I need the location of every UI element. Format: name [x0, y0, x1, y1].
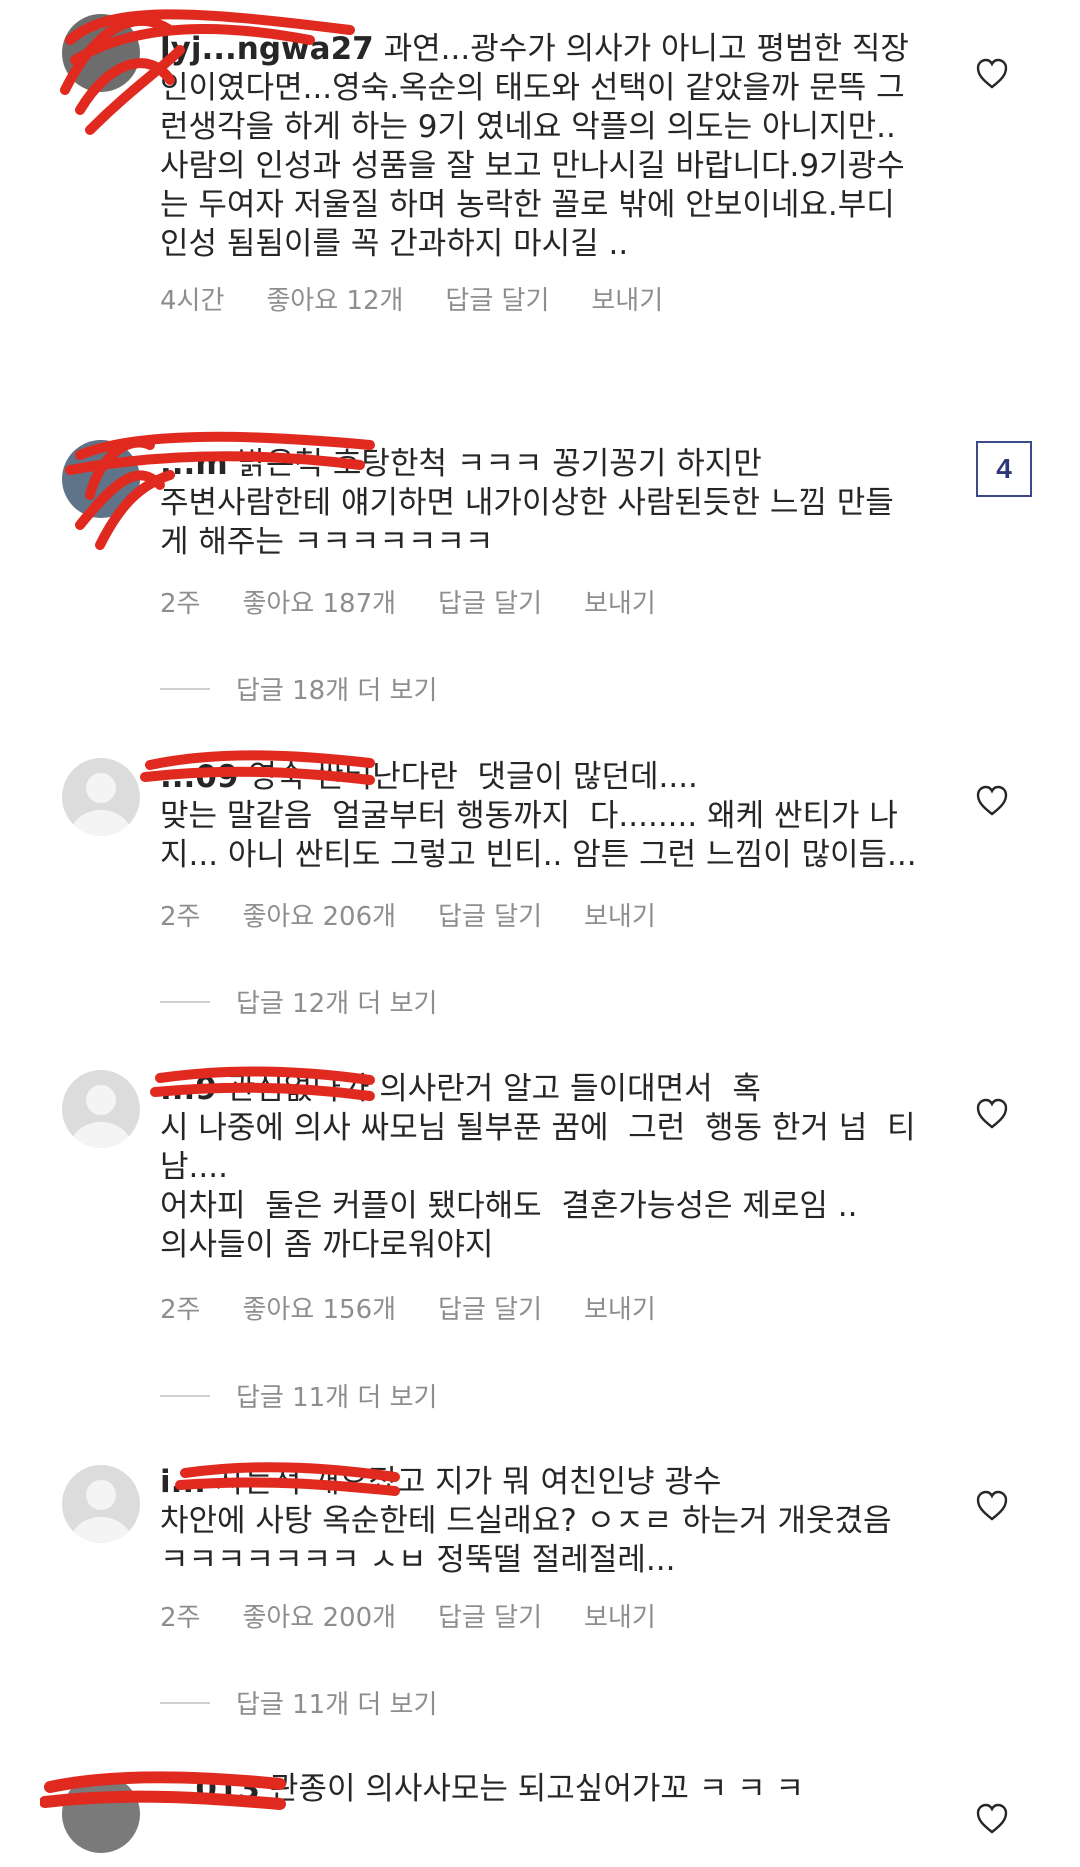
likes-count[interactable]: 좋아요 187개 — [242, 583, 396, 620]
send-button[interactable]: 보내기 — [591, 280, 663, 317]
view-replies-button[interactable]: 답글 11개 더 보기 — [160, 1377, 437, 1414]
send-button[interactable]: 보내기 — [584, 1597, 656, 1634]
comment-meta: 2주 좋아요 187개 답글 달기 보내기 — [160, 583, 656, 620]
view-replies-button[interactable]: 답글 18개 더 보기 — [160, 670, 437, 707]
comments-screen: lyj...ngwa27 과연...광수가 의사가 아니고 평범한 직장 인이였… — [0, 0, 1080, 1867]
avatar[interactable] — [62, 440, 140, 518]
comment-text: ...m 밝은척 호탕한척 ㅋㅋㅋ 꽁기꽁기 하지만 주변사람한테 얘기하면 내… — [160, 445, 920, 562]
comment-time: 2주 — [160, 1295, 201, 1325]
heart-icon[interactable] — [975, 785, 1009, 817]
comment-username[interactable]: ...9 — [160, 1071, 217, 1107]
divider-line — [160, 1394, 210, 1397]
comment-meta: 2주 좋아요 206개 답글 달기 보내기 — [160, 896, 656, 933]
comment-body: 관심없다가 의사란거 알고 들이대면서 혹 시 나중에 의사 싸모님 될부푼 꿈… — [160, 1071, 916, 1263]
comment-username[interactable]: i... — [160, 1464, 206, 1500]
default-avatar-icon[interactable] — [62, 758, 140, 836]
reply-button[interactable]: 답글 달기 — [438, 1289, 542, 1326]
heart-icon[interactable] — [975, 1490, 1009, 1522]
avatar[interactable] — [62, 14, 140, 92]
view-replies-button[interactable]: 답글 11개 더 보기 — [160, 1684, 437, 1721]
comment-text: lyj...ngwa27 과연...광수가 의사가 아니고 평범한 직장 인이였… — [160, 30, 920, 264]
comment-meta: 2주 좋아요 200개 답글 달기 보내기 — [160, 1597, 656, 1634]
comment-username[interactable]: ...09 — [160, 759, 238, 795]
divider-line — [160, 1701, 210, 1704]
comment-username[interactable]: ...m — [160, 446, 228, 482]
comment-body: 영숙 싼티난다란 댓글이 많던데.... 맞는 말같음 얼굴부터 행동까지 다.… — [160, 759, 917, 873]
comment-meta: 2주 좋아요 156개 답글 달기 보내기 — [160, 1289, 656, 1326]
reply-button[interactable]: 답글 달기 — [438, 896, 542, 933]
comment-username[interactable]: lyj...ngwa27 — [160, 31, 374, 67]
comment-body: 자는척 개오졌고 지가 뭐 여친인냥 광수 차안에 사탕 옥순한테 드실래요? … — [160, 1464, 892, 1578]
send-button[interactable]: 보내기 — [584, 1289, 656, 1326]
comment-body: 밝은척 호탕한척 ㅋㅋㅋ 꽁기꽁기 하지만 주변사람한테 얘기하면 내가이상한 … — [160, 446, 894, 560]
annotation-badge: 4 — [976, 441, 1032, 497]
default-avatar-icon[interactable] — [62, 1070, 140, 1148]
view-replies-label[interactable]: 답글 12개 더 보기 — [236, 983, 437, 1020]
avatar-shoulders-shape — [70, 810, 132, 836]
avatar-head-shape — [86, 1480, 116, 1510]
avatar-head-shape — [86, 1085, 116, 1115]
comment-meta: 4시간 좋아요 12개 답글 달기 보내기 — [160, 280, 663, 317]
reply-button[interactable]: 답글 달기 — [438, 583, 542, 620]
comment-time: 2주 — [160, 1603, 201, 1633]
divider-line — [160, 687, 210, 690]
comment-text: ...09 영숙 싼티난다란 댓글이 많던데.... 맞는 말같음 얼굴부터 행… — [160, 758, 920, 875]
reply-button[interactable]: 답글 달기 — [445, 280, 549, 317]
comment-time: 4시간 — [160, 286, 225, 316]
likes-count[interactable]: 좋아요 200개 — [242, 1597, 396, 1634]
view-replies-label[interactable]: 답글 11개 더 보기 — [236, 1684, 437, 1721]
avatar-shoulders-shape — [70, 1517, 132, 1543]
avatar[interactable] — [62, 1775, 140, 1853]
divider-line — [160, 1000, 210, 1003]
default-avatar-icon[interactable] — [62, 1465, 140, 1543]
send-button[interactable]: 보내기 — [584, 896, 656, 933]
comment-username[interactable]: ...013 — [160, 1771, 260, 1807]
view-replies-label[interactable]: 답글 18개 더 보기 — [236, 670, 437, 707]
view-replies-label[interactable]: 답글 11개 더 보기 — [236, 1377, 437, 1414]
comment-time: 2주 — [160, 589, 201, 619]
view-replies-button[interactable]: 답글 12개 더 보기 — [160, 983, 437, 1020]
comment-body: 관종이 의사사모는 되고싶어가꼬 ㅋ ㅋ ㅋ — [260, 1771, 805, 1807]
send-button[interactable]: 보내기 — [584, 583, 656, 620]
likes-count[interactable]: 좋아요 156개 — [242, 1289, 396, 1326]
likes-count[interactable]: 좋아요 206개 — [242, 896, 396, 933]
avatar-shoulders-shape — [70, 1122, 132, 1148]
comment-time: 2주 — [160, 902, 201, 932]
avatar-head-shape — [86, 773, 116, 803]
likes-count[interactable]: 좋아요 12개 — [266, 280, 403, 317]
reply-button[interactable]: 답글 달기 — [438, 1597, 542, 1634]
heart-icon[interactable] — [975, 58, 1009, 90]
comment-text: ...013 관종이 의사사모는 되고싶어가꼬 ㅋ ㅋ ㅋ — [160, 1770, 920, 1809]
comment-text: ...9 관심없다가 의사란거 알고 들이대면서 혹 시 나중에 의사 싸모님 … — [160, 1070, 920, 1265]
comment-text: i... 자는척 개오졌고 지가 뭐 여친인냥 광수 차안에 사탕 옥순한테 드… — [160, 1463, 920, 1580]
heart-icon[interactable] — [975, 1803, 1009, 1835]
heart-icon[interactable] — [975, 1098, 1009, 1130]
